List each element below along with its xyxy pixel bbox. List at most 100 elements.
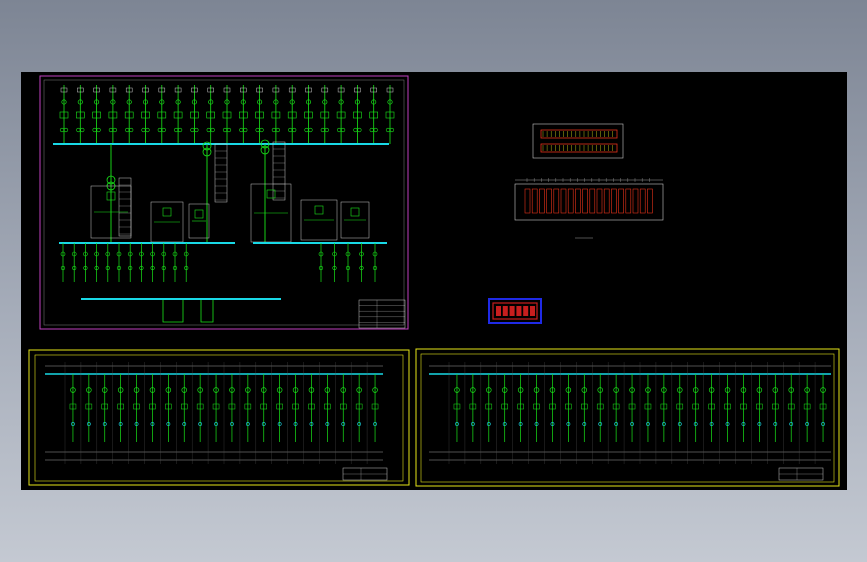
feeder-ct (304, 127, 309, 133)
feeder-ct (259, 127, 264, 133)
feeder-ct (271, 127, 276, 133)
right-sheet-title-block (778, 467, 824, 481)
feeder-ct (337, 127, 342, 133)
feeder-ct (243, 127, 248, 133)
feeder-ct (206, 127, 211, 133)
top-feeder (320, 85, 330, 144)
top-feeder (336, 85, 346, 144)
top-feeder (157, 85, 167, 144)
feeder-ct (145, 127, 150, 133)
feeder-ct (222, 127, 228, 133)
cad-drawing-canvas[interactable] (21, 72, 847, 490)
elevation-panel (575, 188, 581, 214)
design-stamp (488, 298, 542, 324)
feeder-ct (373, 127, 378, 133)
feeder-ct (174, 127, 179, 133)
feeder-ct (157, 127, 162, 133)
feeder-ct (357, 127, 362, 133)
top-view-row (540, 143, 618, 153)
elevation-panel (524, 188, 531, 214)
stamp-glyph (530, 306, 535, 316)
feeder-ct (239, 127, 244, 133)
left-sheet-frame (28, 349, 410, 486)
top-feeder (222, 85, 232, 144)
feeder-ct (141, 127, 146, 133)
stamp-marks (492, 302, 538, 320)
top-feeder (75, 85, 85, 144)
feeder-ct (292, 127, 297, 133)
transformer-panels-group (90, 139, 370, 243)
feeder-ct (320, 127, 325, 133)
elevation-panel (546, 188, 552, 214)
top-feeder (255, 85, 264, 144)
switchgear-schedule-sheet-right[interactable] (415, 348, 840, 487)
elevation-panel (647, 188, 653, 214)
main-top-feeder-group (59, 85, 395, 144)
relay-table (118, 177, 132, 237)
stamp-glyph (502, 306, 508, 316)
feeder-ct (112, 127, 117, 133)
top-feeder (271, 85, 281, 144)
stamp-glyph (523, 306, 529, 316)
elevation-panel (589, 188, 596, 214)
elevation-panel (531, 188, 538, 214)
switchgear-schedule-sheet-left[interactable] (28, 349, 410, 486)
feeder-ct (353, 127, 358, 133)
top-feeder (92, 85, 101, 144)
top-feeder (239, 85, 248, 144)
cad-viewport[interactable] (21, 72, 847, 490)
feeder-ct (255, 127, 260, 133)
top-feeder (385, 85, 395, 144)
top-feeder (59, 85, 69, 144)
main-bottom-feeder-group (60, 243, 378, 323)
feeder-ct (178, 127, 183, 133)
feeder-ct (59, 127, 65, 133)
feeder-ct (96, 127, 101, 133)
elevation-panel (632, 188, 639, 214)
feeder-ct (194, 127, 199, 133)
relay-table (214, 143, 228, 203)
switchgear-floor-plan[interactable] (514, 123, 664, 239)
elevation-panel (611, 188, 617, 214)
feeder-ct (108, 127, 113, 133)
elevation-panel (596, 188, 603, 214)
elevation-panel (603, 188, 610, 214)
left-sheet-title-block (342, 467, 388, 481)
feeder-ct (210, 127, 215, 133)
top-feeder (304, 85, 313, 144)
left-sheet-columns (45, 362, 383, 464)
feeder-ct (129, 127, 134, 133)
feeder-ct (161, 127, 166, 133)
elevation-panel (618, 188, 624, 214)
title-block-frame (358, 299, 406, 329)
right-sheet-inner-border (420, 353, 835, 483)
top-feeder (287, 85, 297, 144)
feeder-ct (324, 127, 329, 133)
top-feeder (190, 85, 199, 144)
main-sheet-frame (39, 75, 409, 330)
feeder-ct (389, 127, 395, 133)
panel-device (194, 209, 204, 219)
panel-device (350, 207, 360, 217)
panel-device (266, 189, 276, 199)
top-feeder (206, 85, 215, 144)
elevation-panel (539, 188, 545, 214)
stamp-glyph (496, 306, 501, 316)
stamp-glyph (516, 306, 522, 316)
feeder-ct (275, 127, 280, 133)
elevation-panel (582, 188, 588, 214)
stamp-glyph (509, 306, 515, 316)
elevation-panel (567, 188, 574, 214)
feeder-ct (63, 127, 69, 133)
elevation-panel (639, 188, 646, 214)
main-single-line-diagram-sheet[interactable] (39, 75, 409, 330)
main-sheet-title-block (358, 299, 406, 329)
right-sheet-columns (429, 362, 831, 464)
ground-connection (162, 298, 214, 323)
feeder-ct (308, 127, 313, 133)
feeder-ct (341, 127, 346, 133)
elevation-panel (560, 188, 567, 214)
top-feeder (124, 85, 134, 144)
top-feeder (108, 85, 118, 144)
feeder-ct (369, 127, 374, 133)
